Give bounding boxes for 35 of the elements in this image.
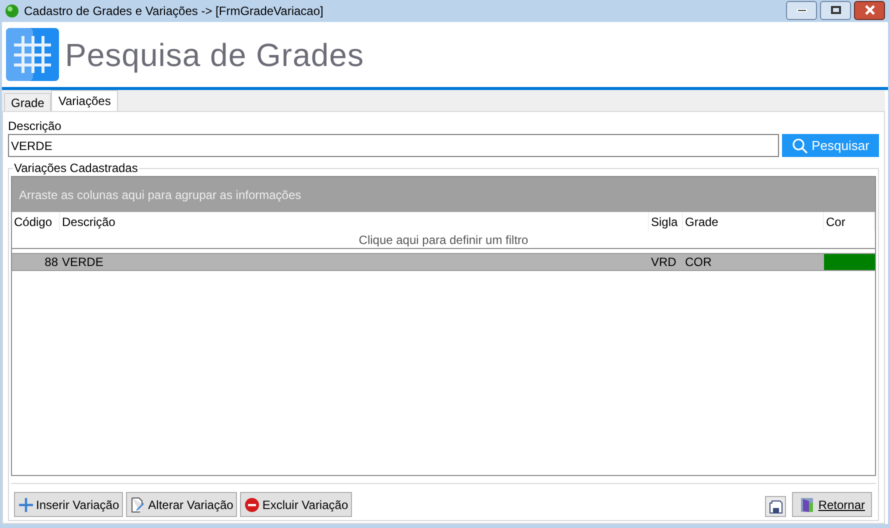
pencil-document-icon	[130, 496, 146, 512]
column-header[interactable]: Sigla	[649, 212, 683, 231]
tab[interactable]: Variações	[51, 90, 118, 111]
tab[interactable]: Grade	[4, 93, 52, 111]
save-icon[interactable]	[765, 496, 786, 517]
column-header[interactable]: Código	[12, 212, 60, 231]
table-row[interactable]: 88 VERDE VRD COR	[12, 253, 875, 271]
close-icon	[864, 5, 876, 15]
close-button[interactable]	[854, 0, 885, 20]
column-header[interactable]: Cor	[824, 212, 875, 231]
table-cell-text: 88	[44, 254, 59, 271]
toolbar-button[interactable]: Inserir Variação	[14, 492, 124, 517]
app-icon	[5, 4, 19, 18]
search-icon	[792, 138, 808, 154]
toolbar-button[interactable]: Excluir Variação	[240, 492, 352, 517]
table-cell-text: VERDE	[61, 254, 104, 271]
table-cell-text: VRD	[650, 254, 678, 271]
toolbar-button[interactable]: Alterar Variação	[126, 492, 238, 517]
field-label: Descrição	[8, 120, 62, 133]
table-cell-text: COR	[684, 254, 713, 271]
column-header[interactable]: Descrição	[60, 212, 649, 231]
filter-row[interactable]: Clique aqui para definir um filtro	[12, 231, 875, 249]
group-panel: Arraste as colunas aqui para agrupar as informações	[12, 177, 875, 212]
page-title: Pesquisa de Grades	[65, 36, 364, 75]
plus-icon	[18, 496, 34, 512]
column-header[interactable]: Grade	[683, 212, 824, 231]
door-icon	[799, 496, 816, 512]
minus-circle-icon	[244, 496, 260, 512]
maximize-button[interactable]	[820, 0, 851, 20]
search-field[interactable]: VERDE	[8, 134, 779, 157]
group-title: Variações Cadastradas	[13, 161, 139, 175]
window-title: Cadastro de Grades e Variações -> [FrmGradeVariacao]	[24, 3, 324, 20]
return-button[interactable]: Retornar	[792, 492, 872, 517]
minimize-button[interactable]	[786, 0, 817, 20]
grid-icon	[6, 28, 59, 81]
